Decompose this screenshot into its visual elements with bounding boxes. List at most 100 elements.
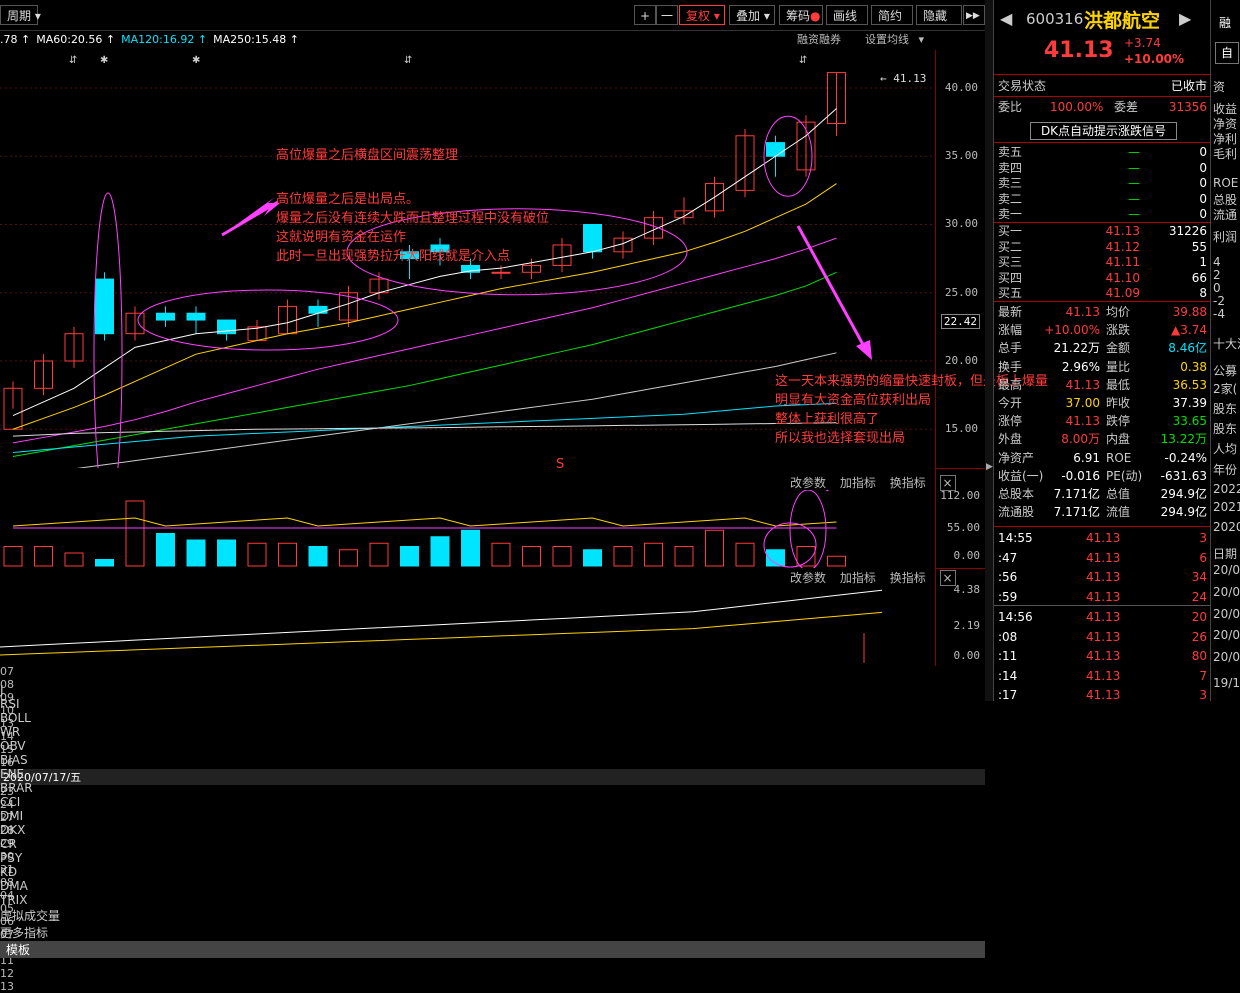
- f10-item: 20/0: [1213, 585, 1240, 599]
- tick-time: 14:56: [998, 610, 1033, 624]
- brief-button[interactable]: 简约: [871, 5, 913, 25]
- prev-stock-icon[interactable]: ◀: [1000, 9, 1012, 28]
- top-price-label: ← 41.13: [880, 72, 926, 85]
- period-selector[interactable]: 周期 ▾: [0, 5, 41, 25]
- order-price: —: [1128, 207, 1140, 221]
- indicator-tab[interactable]: RSI: [0, 697, 985, 711]
- volume-bar: [247, 542, 267, 567]
- quote-label: 总手: [998, 341, 1023, 356]
- quote-label: 金额: [1106, 341, 1131, 356]
- self-select-button[interactable]: 自: [1215, 42, 1239, 64]
- order-volume: 66: [1191, 270, 1207, 285]
- indicator-tab[interactable]: WR: [0, 725, 985, 739]
- price-tick-label: 30.00: [944, 217, 978, 230]
- order-book-row: 买二 41.12 55: [998, 239, 1207, 255]
- trade-status-row: 交易状态 已收市: [998, 78, 1207, 94]
- tick-row: 14:56 41.13 20: [998, 609, 1207, 625]
- quote-value: 41.13: [1065, 414, 1100, 429]
- draw-line-button[interactable]: 画线: [826, 5, 868, 25]
- overlay-label: 叠加: [736, 9, 761, 23]
- volume-bar: [735, 542, 755, 567]
- indicator-tab[interactable]: DMA: [0, 879, 985, 893]
- dk-signal-button[interactable]: DK点自动提示涨跌信号: [1030, 122, 1177, 140]
- volume-tick-label: 55.00: [946, 521, 980, 534]
- quote-label: PE(动): [1106, 468, 1143, 483]
- tick-price: 41.13: [1086, 550, 1121, 565]
- order-price: —: [1128, 176, 1140, 190]
- f10-item: 股东: [1213, 422, 1238, 436]
- indicator-tab[interactable]: KD: [0, 865, 985, 879]
- order-price: 41.13: [1105, 224, 1140, 238]
- margin-trading-link[interactable]: 融资融券: [797, 30, 841, 50]
- tick-row: :11 41.13 80: [998, 648, 1207, 664]
- tick-price: 41.13: [1086, 629, 1121, 644]
- panel-splitter[interactable]: ▶: [985, 0, 993, 701]
- indicator-tab[interactable]: CCI: [0, 795, 985, 809]
- expand-icon[interactable]: ▶▶: [963, 5, 985, 25]
- tick-volume: 24: [1191, 589, 1207, 604]
- f10-item: 公募: [1213, 364, 1238, 378]
- quote-value: -631.63: [1160, 468, 1207, 483]
- indicator-chart[interactable]: [0, 585, 935, 663]
- indicator-line: [0, 611, 883, 656]
- zoom-out-button[interactable]: 一: [656, 5, 678, 25]
- indicator-switch-button[interactable]: 换指标: [890, 571, 926, 585]
- indicator-tab[interactable]: DMI: [0, 809, 985, 823]
- restore-label: 复权: [686, 9, 711, 23]
- quote-row: 最新 41.13 均价 39.88: [998, 304, 1207, 320]
- quote-label: ROE: [1106, 450, 1132, 465]
- indicator-params-button[interactable]: 改参数: [790, 571, 826, 585]
- indicator-add-button[interactable]: 加指标: [840, 571, 876, 585]
- volume-bar: [674, 546, 694, 567]
- volume-chart[interactable]: [0, 490, 935, 568]
- f10-item: ROE: [1213, 176, 1239, 190]
- tick-row: :14 41.13 7: [998, 668, 1207, 684]
- order-level-label: 卖四: [998, 160, 1023, 175]
- margin-tab[interactable]: 融: [1219, 14, 1231, 31]
- chips-button[interactable]: 筹码●: [779, 5, 823, 25]
- quote-row: 最高 41.13 最低 36.53: [998, 377, 1207, 393]
- quote-value: 36.53: [1172, 377, 1207, 392]
- order-book-row: 卖二 — 0: [998, 191, 1207, 207]
- zoom-in-button[interactable]: +: [634, 5, 656, 25]
- hide-button[interactable]: 隐藏: [916, 5, 962, 25]
- indicator-tab[interactable]: TRIX: [0, 893, 985, 907]
- indicator-tab[interactable]: BRAR: [0, 781, 985, 795]
- volume-switch-button[interactable]: 换指标: [890, 476, 926, 490]
- chips-label: 筹码: [786, 9, 811, 23]
- volume-add-button[interactable]: 加指标: [840, 476, 876, 490]
- last-price: 41.13: [1044, 38, 1114, 63]
- indicator-tick-label: 4.38: [953, 583, 981, 596]
- price-tick-label: 35.00: [944, 149, 978, 162]
- order-level-label: 卖一: [998, 207, 1023, 221]
- indicator-tab[interactable]: PSY: [0, 851, 985, 865]
- f10-item: 2021: [1213, 500, 1240, 514]
- volume-bar: [552, 546, 572, 567]
- indicator-tab[interactable]: BIAS: [0, 753, 985, 767]
- overlay-button[interactable]: 叠加 ▾: [729, 5, 775, 25]
- quote-value: 13.22万: [1160, 432, 1207, 447]
- restore-rights-button[interactable]: 复权 ▾: [679, 5, 725, 25]
- ma-settings-label: 设置均线: [865, 33, 909, 46]
- indicator-tab[interactable]: CR: [0, 837, 985, 851]
- ma-settings-button[interactable]: 设置均线 ▾: [865, 30, 924, 50]
- volume-params-button[interactable]: 改参数: [790, 476, 826, 490]
- indicator-tab[interactable]: J: [0, 683, 985, 697]
- next-stock-icon[interactable]: ▶: [1179, 9, 1191, 28]
- indicator-tab[interactable]: 虚拟成交量: [0, 907, 985, 924]
- tick-time: :59: [998, 589, 1018, 604]
- stock-name: 洪都航空: [1084, 10, 1161, 32]
- indicator-tab[interactable]: 更多指标: [0, 924, 985, 941]
- volume-bar: [461, 529, 480, 567]
- indicator-tab[interactable]: BOLL: [0, 711, 985, 725]
- f10-item: 日期: [1213, 547, 1238, 561]
- f10-item: 人均: [1213, 442, 1238, 456]
- indicator-tab[interactable]: DKX: [0, 823, 985, 837]
- indicator-tab[interactable]: ENE: [0, 767, 985, 781]
- annotation-consolidation: 高位爆量之后横盘区间震荡整理: [276, 148, 459, 163]
- indicator-tab[interactable]: 模板: [0, 941, 985, 958]
- indicator-tab[interactable]: OBV: [0, 739, 985, 753]
- date-axis: 07 08 09 10 13 14 15 16 2020/07/17/五 23 24 27 28 29 30…: [0, 665, 985, 993]
- f10-item: 20/0: [1213, 563, 1240, 577]
- chips-dot-icon: ●: [810, 9, 821, 23]
